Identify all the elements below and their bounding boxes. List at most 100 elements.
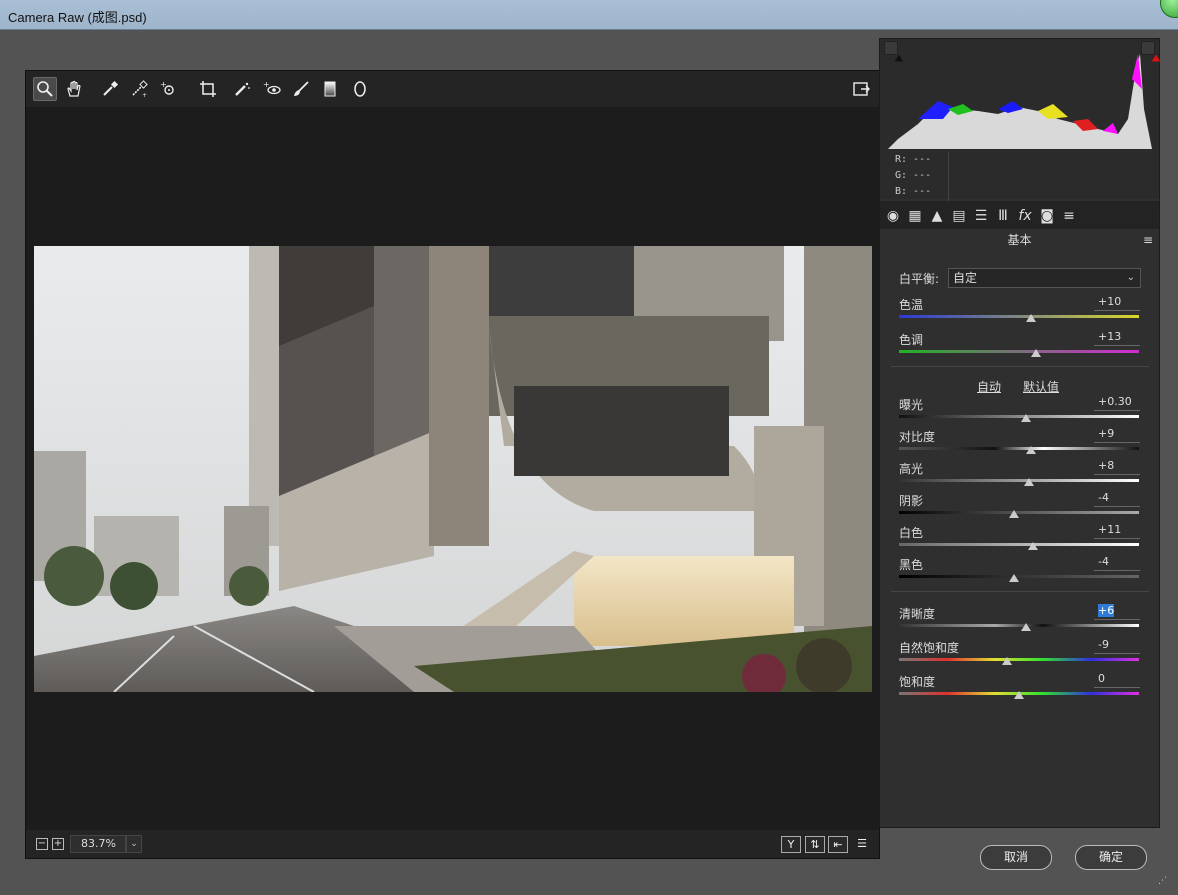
default-button[interactable]: 默认值 — [1023, 378, 1059, 395]
slider-track[interactable] — [899, 479, 1139, 482]
detail-tab-icon[interactable]: ▲ — [928, 207, 946, 225]
slider-value-field[interactable]: +9 — [1094, 427, 1140, 443]
slider-value-field[interactable]: +11 — [1094, 523, 1140, 539]
slider-value-field[interactable]: +0.30 — [1094, 395, 1140, 411]
slider-value-field[interactable]: 0 — [1094, 672, 1140, 688]
slider-label: 自然饱和度 — [899, 641, 960, 655]
camera-raw-dialog: + + + − + 83.7% ⌄ Y ⇅ ⇤ ☰ R: --- G: --- … — [7, 30, 1171, 888]
slider-thumb[interactable] — [1021, 623, 1032, 631]
zoom-level-field[interactable]: 83.7% — [70, 835, 126, 853]
slider-label: 清晰度 — [899, 607, 936, 621]
ok-button[interactable]: 确定 — [1075, 845, 1147, 870]
slider-label: 高光 — [899, 462, 924, 476]
histogram: R: --- G: --- B: --- — [880, 39, 1161, 202]
zoom-in-button[interactable]: + — [52, 838, 64, 850]
status-bar: − + 83.7% ⌄ Y ⇅ ⇤ ☰ — [26, 830, 879, 858]
slider-value: +11 — [1098, 523, 1122, 536]
red-eye-icon[interactable]: + — [260, 77, 284, 101]
preview-photo-drawing — [34, 246, 872, 692]
readout-divider — [948, 152, 949, 202]
slider-track[interactable] — [899, 543, 1139, 546]
lens-corrections-tab-icon[interactable]: Ⅲ — [994, 207, 1012, 225]
slider-thumb[interactable] — [1028, 542, 1039, 550]
slider-value: -4 — [1098, 491, 1109, 504]
full-screen-icon[interactable] — [849, 77, 873, 101]
graduated-filter-icon[interactable] — [318, 77, 342, 101]
cancel-button[interactable]: 取消 — [980, 845, 1052, 870]
radial-filter-icon[interactable] — [348, 77, 372, 101]
resize-grip-icon[interactable]: ⋰ — [1158, 876, 1167, 886]
slider-label: 曝光 — [899, 398, 924, 412]
section-divider — [891, 591, 1149, 592]
zoom-dropdown-chevron-icon[interactable]: ⌄ — [126, 835, 142, 853]
white-balance-value: 自定 — [953, 271, 978, 285]
slider-value-field[interactable]: +10 — [1094, 295, 1140, 311]
preview-image[interactable] — [34, 246, 872, 692]
hsl-tab-icon[interactable]: ▤ — [950, 207, 968, 225]
hand-tool-icon[interactable] — [62, 77, 86, 101]
white-balance-select[interactable]: 自定 ⌄ — [948, 268, 1141, 288]
adjustment-panel: R: --- G: --- B: --- ◉ ▦ ▲ ▤ ☰ Ⅲ fx ◙ ≡ … — [879, 38, 1161, 828]
panel-menu-icon[interactable]: ≡ — [1143, 233, 1153, 247]
slider-value-field[interactable]: -4 — [1094, 555, 1140, 571]
slider-thumb[interactable] — [1030, 349, 1041, 357]
slider-track[interactable] — [899, 315, 1139, 318]
slider-value-field[interactable]: -4 — [1094, 491, 1140, 507]
histogram-graph — [888, 54, 1152, 149]
window-title: Camera Raw (成图.psd) — [8, 10, 147, 25]
slider-label: 阴影 — [899, 494, 924, 508]
targeted-adjustment-icon[interactable]: + — [156, 77, 180, 101]
panel-tabs: ◉ ▦ ▲ ▤ ☰ Ⅲ fx ◙ ≡ — [880, 201, 1159, 229]
zoom-out-button[interactable]: − — [36, 838, 48, 850]
slider-thumb[interactable] — [1009, 510, 1020, 518]
slider-track[interactable] — [899, 447, 1139, 450]
slider-track[interactable] — [899, 658, 1139, 661]
slider-value: -4 — [1098, 555, 1109, 568]
slider-value-field[interactable]: +13 — [1094, 330, 1140, 346]
title-bar: Camera Raw (成图.psd) — [0, 0, 1178, 30]
blue-readout: B: --- — [895, 186, 932, 197]
slider-label: 黑色 — [899, 558, 924, 572]
slider-label: 对比度 — [899, 430, 936, 444]
split-toning-tab-icon[interactable]: ☰ — [972, 207, 990, 225]
slider-value-field[interactable]: -9 — [1094, 638, 1140, 654]
effects-tab-icon[interactable]: fx — [1016, 207, 1034, 225]
slider-value: 0 — [1098, 672, 1105, 685]
slider-thumb[interactable] — [1026, 446, 1036, 454]
slider-label: 饱和度 — [899, 675, 936, 689]
auto-button[interactable]: 自动 — [977, 378, 1001, 395]
white-balance-eyedropper-icon[interactable] — [98, 77, 122, 101]
slider-thumb[interactable] — [1002, 657, 1012, 665]
adjustment-brush-icon[interactable] — [289, 77, 313, 101]
before-after-view-icon[interactable]: Y — [781, 836, 801, 853]
copy-current-to-before-icon[interactable]: ⇤ — [828, 836, 848, 853]
slider-value: -9 — [1098, 638, 1109, 651]
swap-before-after-icon[interactable]: ⇅ — [805, 836, 825, 853]
spot-removal-icon[interactable] — [230, 77, 254, 101]
slider-label: 色温 — [899, 298, 924, 312]
zoom-tool-icon[interactable] — [33, 77, 57, 101]
color-sampler-icon[interactable]: + — [127, 77, 151, 101]
preview-area: + + + − + 83.7% ⌄ Y ⇅ ⇤ ☰ — [25, 70, 880, 859]
slider-value-field[interactable]: +8 — [1094, 459, 1140, 475]
presets-tab-icon[interactable]: ≡ — [1060, 207, 1078, 225]
camera-calibration-tab-icon[interactable]: ◙ — [1038, 207, 1056, 225]
crop-icon[interactable] — [196, 77, 220, 101]
chevron-down-icon: ⌄ — [1126, 272, 1135, 283]
slider-thumb[interactable] — [1014, 691, 1024, 699]
white-balance-label: 白平衡: — [899, 272, 940, 286]
panel-title: 基本 — [1007, 233, 1032, 247]
slider-value: +6 — [1098, 604, 1115, 617]
slider-track[interactable] — [899, 415, 1139, 418]
view-settings-icon[interactable]: ☰ — [852, 836, 872, 853]
slider-value: +0.30 — [1098, 395, 1132, 408]
slider-thumb[interactable] — [1023, 478, 1034, 486]
basic-tab-icon[interactable]: ◉ — [884, 207, 902, 225]
slider-track[interactable] — [899, 624, 1139, 627]
slider-thumb[interactable] — [1021, 414, 1032, 422]
tone-curve-tab-icon[interactable]: ▦ — [906, 207, 924, 225]
slider-thumb[interactable] — [1009, 574, 1020, 582]
slider-track[interactable] — [899, 350, 1139, 353]
slider-value-field[interactable]: +6 — [1094, 604, 1140, 620]
slider-thumb[interactable] — [1026, 314, 1036, 322]
